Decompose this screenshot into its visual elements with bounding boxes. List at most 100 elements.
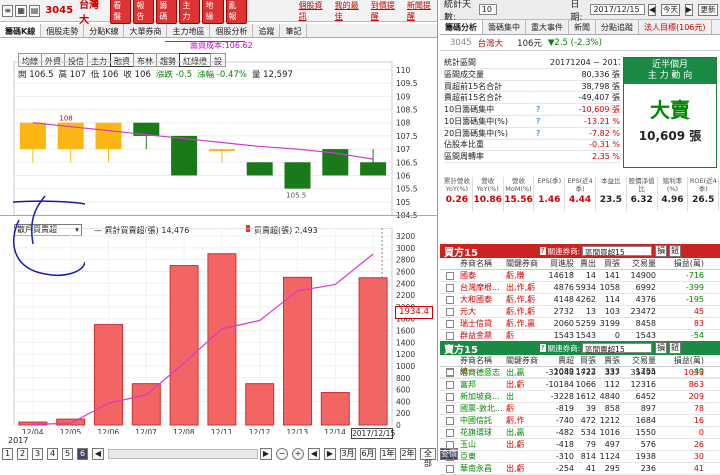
- row-checkbox[interactable]: [440, 416, 460, 425]
- row-checkbox[interactable]: [440, 319, 460, 328]
- horizontal-scrollbar[interactable]: [108, 449, 258, 459]
- row-checkbox[interactable]: [440, 404, 460, 413]
- my-best-link[interactable]: 我的最佳: [335, 0, 365, 22]
- row-checkbox[interactable]: [440, 464, 460, 473]
- checkbox-icon[interactable]: [446, 392, 454, 401]
- broker-name-link[interactable]: 國票-敦北...: [460, 403, 506, 414]
- sell-filter-select[interactable]: 區間賣超15: [582, 343, 653, 354]
- broker-name-link[interactable]: 群益金鼎: [460, 330, 506, 341]
- period-select[interactable]: 10: [478, 4, 498, 15]
- checkbox-icon[interactable]: [446, 380, 454, 389]
- page-2[interactable]: 2: [17, 448, 28, 460]
- broker-name-link[interactable]: 富邦: [460, 379, 506, 390]
- checkbox-icon[interactable]: [446, 452, 454, 461]
- zoom-in-icon[interactable]: +: [292, 448, 304, 460]
- row-checkbox[interactable]: [440, 271, 460, 280]
- period-3m[interactable]: 3月: [340, 448, 356, 460]
- broker-name-link[interactable]: 玉山: [460, 439, 506, 450]
- tab-news[interactable]: 新聞: [569, 20, 596, 34]
- broker-name-link[interactable]: 港商德意志: [460, 367, 506, 378]
- checkbox-icon[interactable]: [446, 319, 454, 328]
- checkbox-icon[interactable]: [446, 368, 454, 377]
- scroll-left-icon[interactable]: ◀: [92, 448, 104, 460]
- checkbox-icon[interactable]: [446, 307, 454, 316]
- broker-name-link[interactable]: 國泰: [460, 270, 506, 281]
- region-button[interactable]: 地緣: [202, 0, 224, 24]
- chips-button[interactable]: 籌碼: [156, 0, 178, 24]
- scroll-right-icon[interactable]: ▶: [260, 448, 272, 460]
- next-day-icon[interactable]: ▶: [684, 3, 694, 16]
- page-4[interactable]: 4: [47, 448, 58, 460]
- checkbox-icon[interactable]: [446, 295, 454, 304]
- tab-concentration[interactable]: 籌碼集中: [483, 20, 526, 34]
- today-button[interactable]: 今天: [661, 3, 680, 16]
- update-button[interactable]: 更新: [698, 3, 718, 16]
- grid-icon[interactable]: ▦: [15, 4, 27, 17]
- page-1[interactable]: 1: [2, 448, 13, 460]
- buy-knob-button[interactable]: 鈕: [669, 245, 682, 257]
- row-checkbox[interactable]: [440, 392, 460, 401]
- broker-name-link[interactable]: 台灣摩根...: [460, 282, 506, 293]
- tab-events[interactable]: 重大事件: [526, 20, 569, 34]
- tab-branch-kline[interactable]: 分點K線: [84, 24, 125, 37]
- tab-track[interactable]: 追蹤: [253, 24, 281, 37]
- row-checkbox[interactable]: [440, 380, 460, 389]
- report-button[interactable]: 報告: [133, 0, 155, 24]
- checkbox-icon[interactable]: [446, 283, 454, 292]
- stock-code[interactable]: 3045: [45, 5, 73, 16]
- checkbox-icon[interactable]: [446, 440, 454, 449]
- checkbox-icon[interactable]: [446, 416, 454, 425]
- row-checkbox[interactable]: [440, 428, 460, 437]
- tab-chip-kline[interactable]: 籌碼K線: [0, 24, 42, 37]
- news-alert-link[interactable]: 新聞提醒: [407, 0, 437, 22]
- broker-name-link[interactable]: 瑞士信貸: [460, 318, 506, 329]
- row-checkbox[interactable]: [440, 331, 460, 340]
- buy-loss-button[interactable]: 損: [655, 245, 668, 257]
- period-1y[interactable]: 1年: [380, 448, 396, 460]
- broker-name-link[interactable]: 元大: [460, 306, 506, 317]
- checkbox-icon[interactable]: [446, 271, 454, 280]
- broker-name-link[interactable]: 大和國泰: [460, 294, 506, 305]
- checkbox-icon[interactable]: [446, 331, 454, 340]
- tab-main-region[interactable]: 主力地區: [167, 24, 211, 37]
- broker-name-link[interactable]: 中國信託: [460, 415, 506, 426]
- random-report-button[interactable]: 亂報: [225, 0, 247, 24]
- checkbox-icon[interactable]: [446, 464, 454, 473]
- tab-target-price[interactable]: 法人目標(106元): [639, 20, 712, 34]
- help-icon[interactable]: ?: [539, 344, 546, 352]
- row-checkbox[interactable]: [440, 295, 460, 304]
- sell-loss-button[interactable]: 損: [655, 342, 668, 354]
- watch-button[interactable]: 看盤: [110, 0, 132, 24]
- next-icon[interactable]: ▶: [324, 448, 336, 460]
- tab-branch-track[interactable]: 分點追蹤: [596, 20, 639, 34]
- page-3[interactable]: 3: [32, 448, 43, 460]
- period-2y[interactable]: 2年: [400, 448, 416, 460]
- period-all[interactable]: 全部: [420, 448, 436, 468]
- tab-big-broker[interactable]: 大單券商: [124, 24, 168, 37]
- page-5[interactable]: 5: [62, 448, 73, 460]
- tab-analysis[interactable]: 個股分析: [210, 24, 254, 37]
- help-icon[interactable]: ?: [536, 105, 550, 114]
- tab-notes[interactable]: 筆記: [280, 24, 308, 37]
- tab-trend[interactable]: 個股走勢: [41, 24, 85, 37]
- page-6[interactable]: 6: [77, 448, 88, 460]
- broker-name-link[interactable]: 花旗環球: [460, 427, 506, 438]
- zoom-out-icon[interactable]: −: [276, 448, 288, 460]
- help-icon[interactable]: ?: [536, 129, 550, 138]
- date-input[interactable]: 2017/12/15: [590, 4, 645, 15]
- tab-chip-analysis[interactable]: 籌碼分析: [440, 20, 483, 34]
- row-checkbox[interactable]: [440, 440, 460, 449]
- period-6m[interactable]: 6月: [360, 448, 376, 460]
- menu-icon[interactable]: ≡: [2, 4, 14, 17]
- row-checkbox[interactable]: [440, 452, 460, 461]
- list-icon[interactable]: ▤: [28, 4, 41, 17]
- row-checkbox[interactable]: [440, 283, 460, 292]
- main-force-button[interactable]: 主力: [179, 0, 201, 24]
- broker-name-link[interactable]: 亞東: [460, 451, 506, 462]
- checkbox-icon[interactable]: [446, 428, 454, 437]
- prev-icon[interactable]: ◀: [308, 448, 320, 460]
- prev-day-icon[interactable]: ◀: [647, 3, 657, 16]
- help-icon[interactable]: ?: [539, 247, 546, 255]
- row-checkbox[interactable]: [440, 368, 460, 377]
- stock-info-link[interactable]: 個股資訊: [299, 0, 329, 22]
